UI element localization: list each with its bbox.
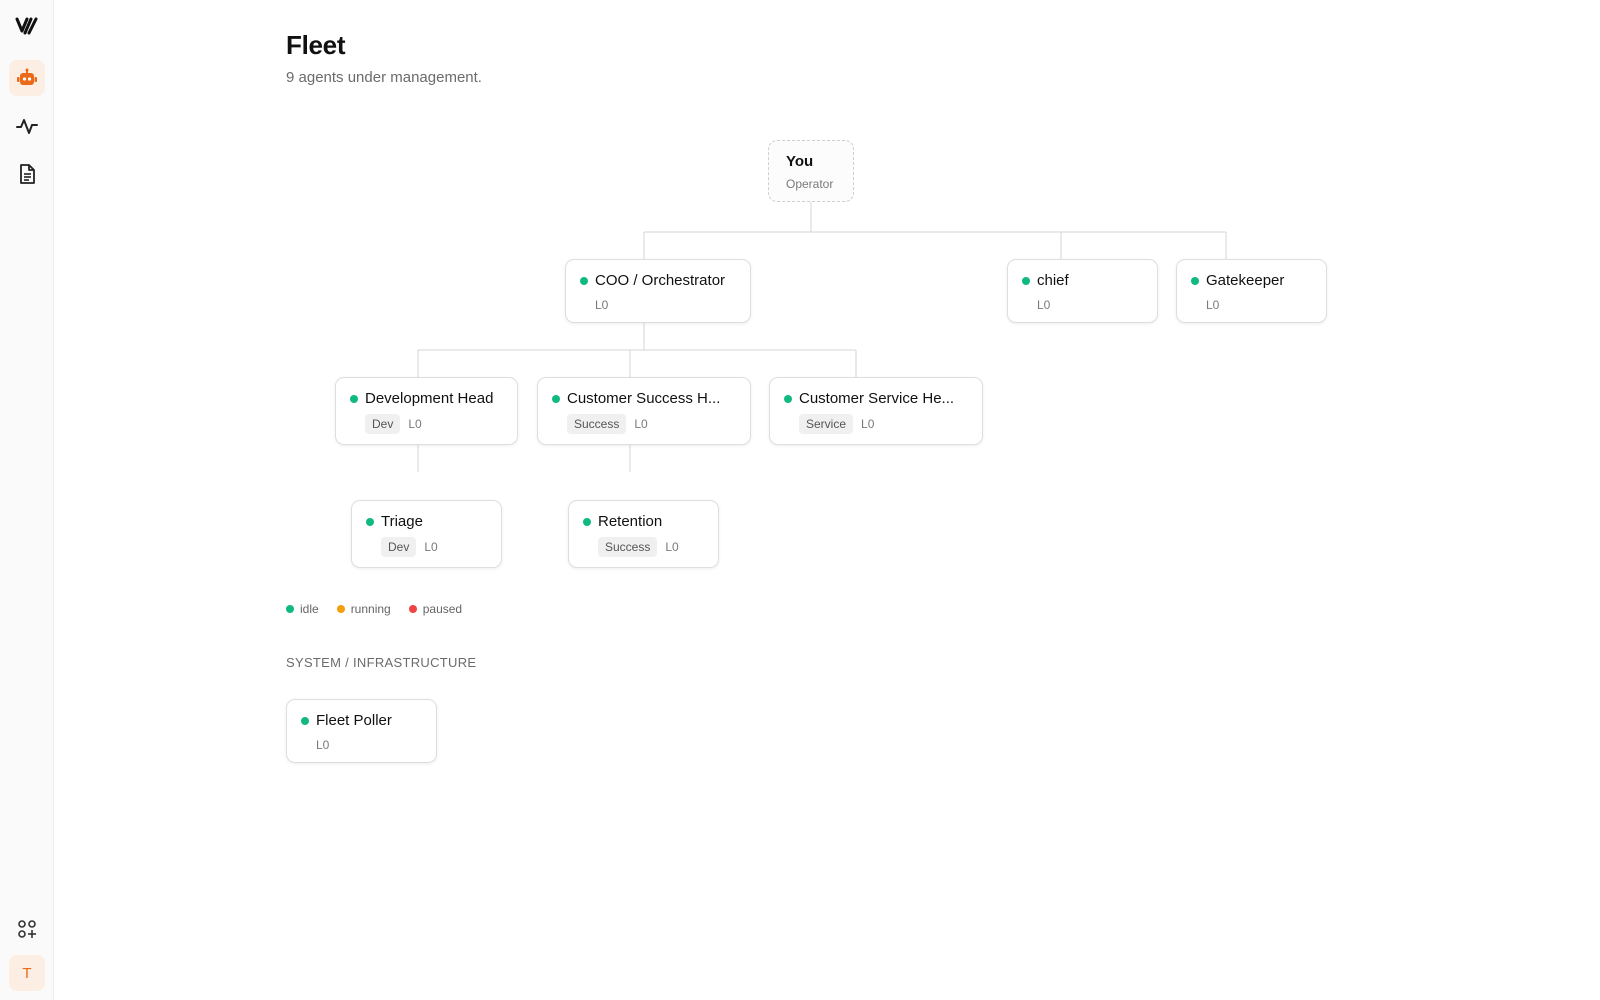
agent-name-text: COO / Orchestrator xyxy=(595,272,726,289)
robot-icon xyxy=(17,68,37,85)
legend-paused: paused xyxy=(408,602,463,616)
agent-name: Gatekeeper xyxy=(1191,272,1314,289)
status-idle-dot xyxy=(301,717,309,725)
legend-idle: idle xyxy=(286,602,319,616)
paused-dot xyxy=(408,605,417,613)
idle-dot xyxy=(286,605,294,613)
agent-name: Retention xyxy=(583,513,706,530)
apps-button[interactable] xyxy=(9,911,45,947)
agent-name-text: Fleet Poller xyxy=(316,712,392,729)
legend-running: running xyxy=(336,602,391,616)
agent-meta: L0 xyxy=(1037,298,1050,312)
agent-meta: Success L0 xyxy=(598,537,679,557)
agent-name: Development Head xyxy=(350,390,505,407)
page-subtitle: 9 agents under management. xyxy=(286,69,482,86)
agent-meta: L0 xyxy=(1206,298,1219,312)
agent-meta: Dev L0 xyxy=(365,414,422,434)
agent-meta: L0 xyxy=(316,738,329,752)
status-idle-dot xyxy=(1191,277,1199,285)
agent-card-gatekeeper[interactable]: Gatekeeper L0 xyxy=(1176,259,1327,323)
agent-card-retention[interactable]: Retention Success L0 xyxy=(568,500,719,568)
agent-tag: Dev xyxy=(381,537,417,557)
agent-level: L0 xyxy=(665,540,679,554)
status-idle-dot xyxy=(350,395,358,403)
agent-card-triage[interactable]: Triage Dev L0 xyxy=(351,500,502,568)
agent-name: Triage xyxy=(366,513,489,530)
agent-level: L0 xyxy=(634,417,648,431)
agent-level: L0 xyxy=(1037,298,1051,312)
agent-card-customer-success-head[interactable]: Customer Success H... Success L0 xyxy=(537,377,751,445)
agent-name-text: Retention xyxy=(598,513,663,530)
status-legend: idle running paused xyxy=(286,602,462,616)
agent-name-text: Customer Service He... xyxy=(799,390,955,407)
document-icon xyxy=(20,164,35,184)
agent-level: L0 xyxy=(861,417,875,431)
agent-name: COO / Orchestrator xyxy=(580,272,738,289)
status-idle-dot xyxy=(1022,277,1030,285)
agent-name: Fleet Poller xyxy=(301,712,424,729)
agent-name: Customer Service He... xyxy=(784,390,970,407)
user-avatar[interactable]: T xyxy=(9,955,45,991)
logo-icon xyxy=(15,17,38,35)
status-idle-dot xyxy=(580,277,588,285)
agent-tag: Dev xyxy=(365,414,401,434)
sidebar-item-activity[interactable] xyxy=(9,108,45,144)
status-idle-dot xyxy=(552,395,560,403)
status-idle-dot xyxy=(583,518,591,526)
agent-card-coo[interactable]: COO / Orchestrator L0 xyxy=(565,259,751,323)
sidebar-item-documents[interactable] xyxy=(9,156,45,192)
agent-meta: Dev L0 xyxy=(381,537,438,557)
agent-name-text: chief xyxy=(1037,272,1069,289)
activity-pulse-icon xyxy=(16,119,38,134)
status-idle-dot xyxy=(784,395,792,403)
agent-card-development-head[interactable]: Development Head Dev L0 xyxy=(335,377,518,445)
operator-name: You xyxy=(786,153,814,170)
agent-level: L0 xyxy=(408,417,422,431)
agent-card-customer-service-head[interactable]: Customer Service He... Service L0 xyxy=(769,377,983,445)
agent-name: chief xyxy=(1022,272,1145,289)
agent-meta: Success L0 xyxy=(567,414,648,434)
agent-name-text: Triage xyxy=(381,513,423,530)
agent-level: L0 xyxy=(1206,298,1220,312)
agent-level: L0 xyxy=(424,540,438,554)
operator-role: Operator xyxy=(786,177,834,191)
agent-name-text: Customer Success H... xyxy=(567,390,721,407)
system-section-label: SYSTEM / INFRASTRUCTURE xyxy=(286,655,477,670)
agent-tag: Success xyxy=(567,414,627,434)
sidebar-item-agents[interactable] xyxy=(9,60,45,96)
agent-name-text: Development Head xyxy=(365,390,494,407)
agent-tag: Service xyxy=(799,414,854,434)
status-idle-dot xyxy=(366,518,374,526)
legend-idle-label: idle xyxy=(300,602,319,616)
operator-node[interactable]: You Operator xyxy=(768,140,854,202)
agent-meta: L0 xyxy=(595,298,608,312)
legend-paused-label: paused xyxy=(422,602,463,616)
agent-tag: Success xyxy=(598,537,658,557)
main-content: Fleet 9 agents under management. You Ope… xyxy=(54,0,1600,1000)
logo[interactable] xyxy=(9,8,45,44)
page-title: Fleet xyxy=(286,30,346,60)
agent-level: L0 xyxy=(316,738,330,752)
agent-meta: Service L0 xyxy=(799,414,874,434)
sidebar: T xyxy=(0,0,54,1000)
apps-add-icon xyxy=(18,920,36,938)
agent-card-chief[interactable]: chief L0 xyxy=(1007,259,1158,323)
agent-level: L0 xyxy=(595,298,609,312)
legend-running-label: running xyxy=(350,602,391,616)
agent-card-fleet-poller[interactable]: Fleet Poller L0 xyxy=(286,699,437,763)
agent-name: Customer Success H... xyxy=(552,390,738,407)
running-dot xyxy=(336,605,345,613)
agent-name-text: Gatekeeper xyxy=(1206,272,1285,289)
